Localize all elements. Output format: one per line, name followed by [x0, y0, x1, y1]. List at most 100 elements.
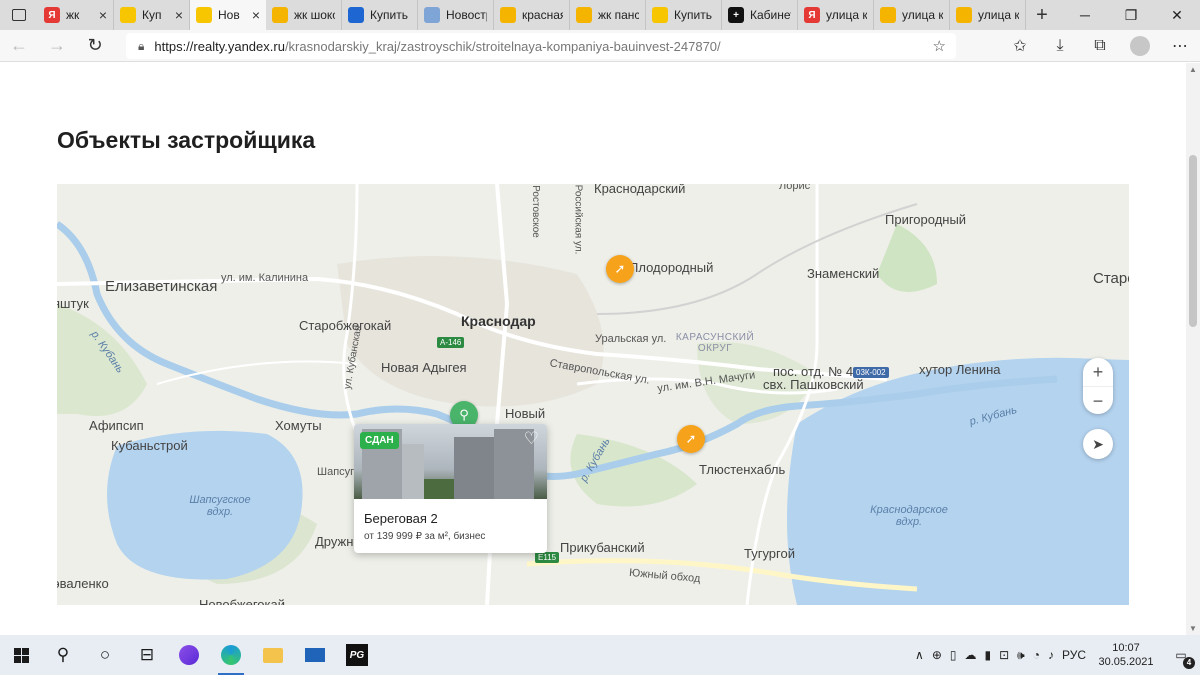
browser-tab[interactable]: Яулица ку: [798, 0, 874, 30]
avatar: [1130, 36, 1150, 56]
realty-icon: [120, 7, 136, 23]
browser-tab[interactable]: жк панс: [570, 0, 646, 30]
scroll-up-icon[interactable]: ▲: [1186, 65, 1200, 74]
mail-taskbar-button[interactable]: [294, 635, 336, 675]
map-label-starokorsunsky: Старобжегокай: [299, 318, 392, 333]
property-card[interactable]: СДАН ♡ Береговая 2 от 139 999 ₽ за м², б…: [354, 424, 547, 553]
map-label-tugurgoy: Тугургой: [744, 546, 795, 561]
tab-title: улица ку: [978, 8, 1019, 22]
notifications-button[interactable]: ▭ 4: [1168, 642, 1195, 669]
map-label-elizavetinskaya: Елизаветинская: [105, 278, 218, 295]
map-label-svh-pashkovsky: свх. Пашковский: [763, 377, 864, 392]
tab-title: улица ку: [826, 8, 867, 22]
explorer-taskbar-button[interactable]: [252, 635, 294, 675]
geolocation-button[interactable]: ➤: [1083, 429, 1113, 459]
road-badge-03k002: 03К-002: [853, 367, 889, 378]
language-indicator[interactable]: РУС: [1058, 648, 1090, 662]
map-label-prigorodny: Пригородный: [885, 212, 967, 227]
lock-icon: 🔒︎: [138, 38, 145, 53]
map-label-tlyustenkhabl: Тлюстенхабль: [699, 462, 786, 477]
browser-tab[interactable]: Куп ×: [114, 0, 190, 30]
favorites-icon[interactable]: ✩: [1000, 36, 1040, 56]
alice-button[interactable]: [168, 635, 210, 675]
browser-tab[interactable]: жк шоко: [266, 0, 342, 30]
pg-taskbar-button[interactable]: PG: [336, 635, 378, 675]
restore-button[interactable]: ❐: [1108, 0, 1154, 30]
collections-icon[interactable]: ⧉: [1080, 37, 1120, 55]
clock-time: 10:07: [1112, 642, 1140, 654]
mail-icon: [424, 7, 440, 23]
back-button[interactable]: ←: [0, 30, 38, 62]
navigation-arrow-icon: ➤: [1092, 435, 1104, 452]
cloud-icon[interactable]: ☁: [960, 648, 980, 662]
pin-key-icon: ⚲: [459, 407, 469, 422]
map-label-shapsug: Шапсуг: [317, 466, 355, 478]
zoom-in-button[interactable]: +: [1083, 358, 1113, 386]
edge-taskbar-button[interactable]: [210, 635, 252, 675]
pg-icon: PG: [346, 644, 368, 666]
tray-app-icon[interactable]: ⊕: [928, 648, 946, 662]
browser-tab[interactable]: Нов ×: [190, 0, 266, 30]
tab-actions-button[interactable]: [0, 0, 38, 30]
browser-tab[interactable]: + Кабинет: [722, 0, 798, 30]
minimize-button[interactable]: ─: [1062, 0, 1108, 30]
scroll-down-icon[interactable]: ▼: [1186, 624, 1200, 633]
map-label-prikubansky: Прикубанский: [560, 540, 645, 555]
more-menu-icon[interactable]: ⋯: [1160, 36, 1200, 56]
browser-tab[interactable]: улица ку: [950, 0, 1026, 30]
close-tab-icon[interactable]: ×: [99, 7, 107, 23]
close-tab-icon[interactable]: ×: [252, 7, 260, 23]
scrollbar-thumb[interactable]: [1189, 155, 1197, 327]
add-favorite-icon[interactable]: ☆: [933, 37, 946, 55]
tab-title: Куп: [142, 8, 162, 22]
browser-tab[interactable]: улица ку: [874, 0, 950, 30]
browser-toolbar: ← → ↻ 🔒︎ https://realty.yandex.ru/krasno…: [0, 30, 1200, 62]
speaker-icon[interactable]: ♪: [1044, 648, 1058, 662]
wifi-icon[interactable]: ◔: [1029, 648, 1044, 662]
close-tab-icon[interactable]: ×: [175, 7, 183, 23]
taskbar: ⚲ ○ ⊟ PG ∧ ⊕ ▯ ☁ ▮ ⊡ 🕪︎ ◔ ♪ РУС 10:07 30…: [0, 635, 1200, 675]
pin-cursor-icon: ➚: [614, 261, 626, 276]
refresh-button[interactable]: ↻: [76, 30, 114, 62]
tab-title: улица ку: [902, 8, 943, 22]
power-icon[interactable]: ⊡: [995, 648, 1013, 662]
search-button[interactable]: ⚲: [42, 635, 84, 675]
map-label-rostovskoe: Ростовское: [529, 185, 541, 238]
map-label-krasnodarskiy: Краснодарский: [594, 184, 686, 196]
forward-button[interactable]: →: [38, 30, 76, 62]
browser-tab[interactable]: Новостр: [418, 0, 494, 30]
map[interactable]: Краснодарский Лорис Пригородный Плодород…: [57, 184, 1129, 605]
yandex-icon: Я: [44, 7, 60, 23]
volume-icon[interactable]: 🕪︎: [1013, 648, 1029, 663]
map-label-staro: Старо: [1093, 270, 1129, 287]
battery-icon[interactable]: ▯: [946, 648, 961, 662]
task-view-button[interactable]: ⊟: [126, 635, 168, 675]
url-path: /krasnodarskiy_kraj/zastroyschik/stroite…: [284, 38, 721, 54]
map-label-krasnodarskoe-vdhr: Краснодарское вдхр.: [870, 504, 948, 528]
tray-chevron-icon[interactable]: ∧: [911, 648, 928, 662]
edge-icon: [221, 645, 241, 665]
map-pin-plodorodny[interactable]: ➚: [606, 255, 634, 283]
page-scrollbar[interactable]: ▲ ▼: [1186, 63, 1200, 635]
browser-tab[interactable]: Яжк ×: [38, 0, 114, 30]
start-button[interactable]: [0, 635, 42, 675]
browser-tab[interactable]: Купить: [342, 0, 418, 30]
refresh-icon: ↻: [87, 35, 103, 55]
new-tab-button[interactable]: +: [1026, 0, 1058, 30]
clock[interactable]: 10:07 30.05.2021: [1090, 641, 1162, 669]
browser-tab[interactable]: красная: [494, 0, 570, 30]
favorite-heart-icon[interactable]: ♡: [524, 429, 539, 449]
browser-tab[interactable]: Купить к: [646, 0, 722, 30]
zoom-control: + −: [1083, 358, 1113, 414]
usb-icon[interactable]: ▮: [980, 648, 995, 662]
address-bar[interactable]: 🔒︎ https://realty.yandex.ru/krasnodarski…: [126, 33, 956, 59]
cortana-button[interactable]: ○: [84, 635, 126, 675]
task-view-icon: ⊟: [139, 645, 155, 664]
close-window-button[interactable]: ✕: [1154, 0, 1200, 30]
map-pin-tlyustenkhabl[interactable]: ➚: [677, 425, 705, 453]
plus-icon: +: [728, 7, 744, 23]
zoom-out-button[interactable]: −: [1083, 386, 1113, 414]
profile-button[interactable]: [1120, 36, 1160, 56]
tab-title: жк панс: [598, 8, 639, 22]
downloads-icon[interactable]: ⤓: [1040, 37, 1080, 55]
